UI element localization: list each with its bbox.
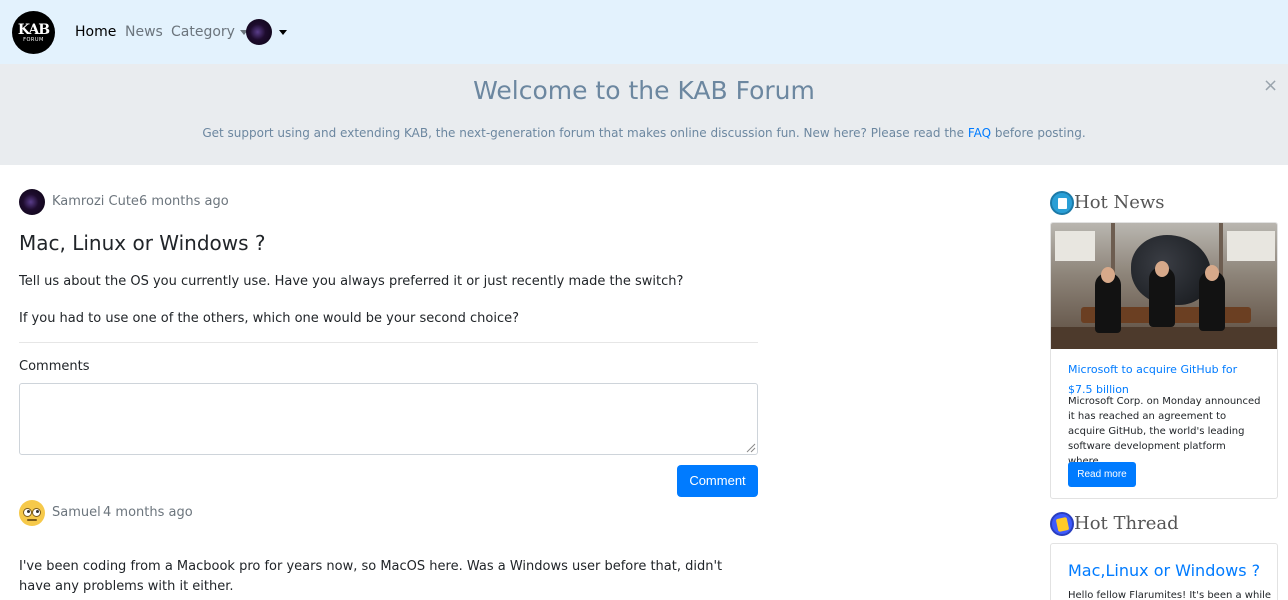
nav-category-dropdown[interactable]: Category xyxy=(171,24,248,40)
post-time: 6 months ago xyxy=(139,194,229,209)
nav-home-link[interactable]: Home xyxy=(75,24,116,40)
site-logo[interactable]: KAB FORUM xyxy=(12,11,55,54)
post-body-paragraph: Tell us about the OS you currently use. … xyxy=(19,274,684,289)
nav-category-label: Category xyxy=(171,24,235,40)
resize-handle-icon[interactable] xyxy=(744,441,756,453)
comment-textarea[interactable] xyxy=(19,383,758,455)
reply-author[interactable]: Samuel xyxy=(52,505,101,521)
post-body-paragraph: If you had to use one of the others, whi… xyxy=(19,311,519,326)
faq-link[interactable]: FAQ xyxy=(968,126,991,140)
author-avatar[interactable] xyxy=(19,189,45,215)
banner-title: Welcome to the KAB Forum xyxy=(473,76,815,105)
image-detail xyxy=(1155,261,1169,277)
image-detail xyxy=(1205,265,1219,281)
hot-thread-heading: Hot Thread xyxy=(1074,513,1179,534)
nav-news-link[interactable]: News xyxy=(125,24,163,40)
post-author[interactable]: Kamrozi Cute xyxy=(52,194,139,210)
user-avatar xyxy=(246,19,272,45)
hot-news-card: Microsoft to acquire GitHub for $7.5 bil… xyxy=(1050,222,1278,499)
reply-author-avatar[interactable] xyxy=(19,500,45,526)
hot-news-heading: Hot News xyxy=(1074,192,1165,213)
banner-text-after: before posting. xyxy=(991,126,1086,140)
image-detail xyxy=(1101,267,1115,283)
close-icon[interactable]: × xyxy=(1263,77,1278,95)
divider xyxy=(19,342,758,343)
image-detail xyxy=(1051,327,1277,349)
read-more-button[interactable]: Read more xyxy=(1068,462,1136,487)
memo-icon xyxy=(1050,512,1074,536)
logo-subtext: FORUM xyxy=(23,36,44,43)
avatar-eye xyxy=(23,508,32,517)
image-detail xyxy=(1055,231,1095,261)
banner-text: Get support using and extending KAB, the… xyxy=(16,126,1272,140)
thread-title-link[interactable]: Mac,Linux or Windows ? xyxy=(1068,561,1260,581)
post-title: Mac, Linux or Windows ? xyxy=(19,231,266,255)
news-summary: Microsoft Corp. on Monday announced it h… xyxy=(1068,396,1261,467)
user-menu[interactable] xyxy=(246,19,287,45)
comment-button[interactable]: Comment xyxy=(677,465,758,497)
reply-body: I've been coding from a Macbook pro for … xyxy=(19,559,723,594)
navbar: KAB FORUM Home News Category xyxy=(0,0,1288,64)
avatar-pupil xyxy=(27,510,30,513)
avatar-pupil xyxy=(36,510,39,513)
logo-text: KAB xyxy=(17,21,50,38)
avatar-mouth xyxy=(27,519,37,521)
newspaper-icon xyxy=(1050,191,1074,215)
news-image[interactable] xyxy=(1051,223,1277,349)
chevron-down-icon xyxy=(279,29,287,35)
comments-label: Comments xyxy=(19,359,90,374)
hot-thread-card: Mac,Linux or Windows ? Hello fellow Flar… xyxy=(1050,543,1278,600)
thread-excerpt: Hello fellow Flarumites! It's been a whi… xyxy=(1068,590,1272,600)
image-detail xyxy=(1227,231,1275,261)
banner-text-before: Get support using and extending KAB, the… xyxy=(202,126,968,140)
reply-time: 4 months ago xyxy=(103,505,193,520)
avatar-eye xyxy=(32,508,41,517)
